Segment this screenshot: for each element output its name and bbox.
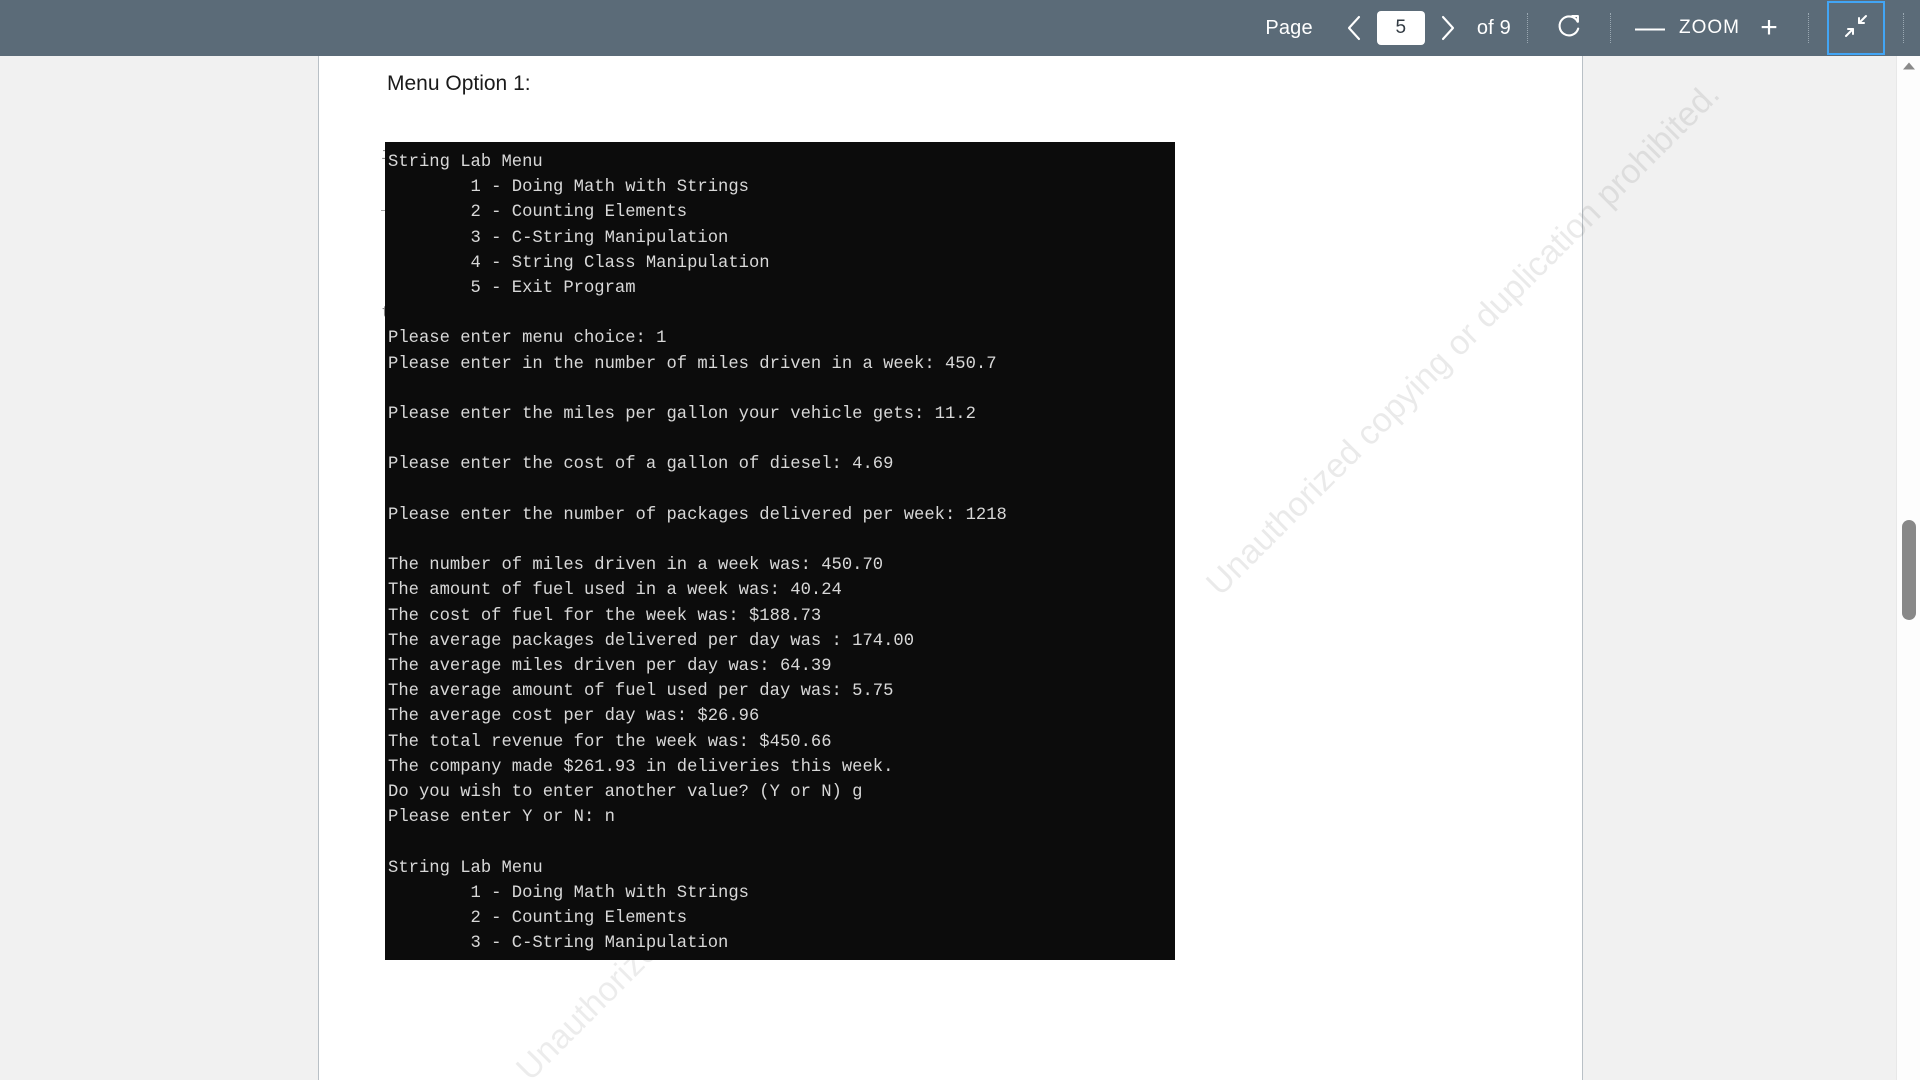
exit-fullscreen-button[interactable] [1827,1,1885,55]
toolbar-divider-1 [1527,13,1528,43]
viewer-toolbar: Page of 9 — [0,0,1920,56]
zoom-label: ZOOM [1679,17,1740,38]
scrollbar-up-arrow[interactable] [1897,56,1920,78]
chevron-right-icon [1437,13,1459,43]
zoom-out-button[interactable]: — [1627,5,1673,51]
page-number-input[interactable] [1376,11,1425,45]
console-output-block: String Lab Menu 1 - Doing Math with Stri… [385,142,1175,960]
scrollbar-thumb[interactable] [1902,520,1916,620]
page-label: Page [1265,16,1313,39]
next-page-button[interactable] [1425,5,1471,51]
total-pages-label: of 9 [1476,16,1511,39]
page-heading: Menu Option 1: [387,72,531,95]
document-page: Unauthorized copying or duplication proh… [318,56,1727,1080]
toolbar-divider-4 [1903,13,1904,43]
rotate-clockwise-icon [1554,11,1584,46]
watermark-primary: Unauthorized copying or duplication proh… [1199,74,1728,603]
console-text: String Lab Menu 1 - Doing Math with Stri… [388,153,1007,960]
zoom-in-button[interactable]: + [1746,5,1792,51]
page-navigation-group: Page of 9 [1265,0,1511,56]
triangle-up-icon [1902,58,1916,76]
toolbar-divider-2 [1610,13,1611,43]
rotate-page-button[interactable] [1544,3,1594,53]
toolbar-divider-3 [1808,13,1809,43]
zoom-controls-group: — ZOOM + [1627,0,1792,56]
chevron-left-icon [1343,13,1365,43]
previous-page-button[interactable] [1331,5,1377,51]
exit-fullscreen-icon [1843,13,1869,44]
document-viewport[interactable]: Unauthorized copying or duplication proh… [0,56,1920,1080]
vertical-scrollbar[interactable] [1896,56,1920,1080]
